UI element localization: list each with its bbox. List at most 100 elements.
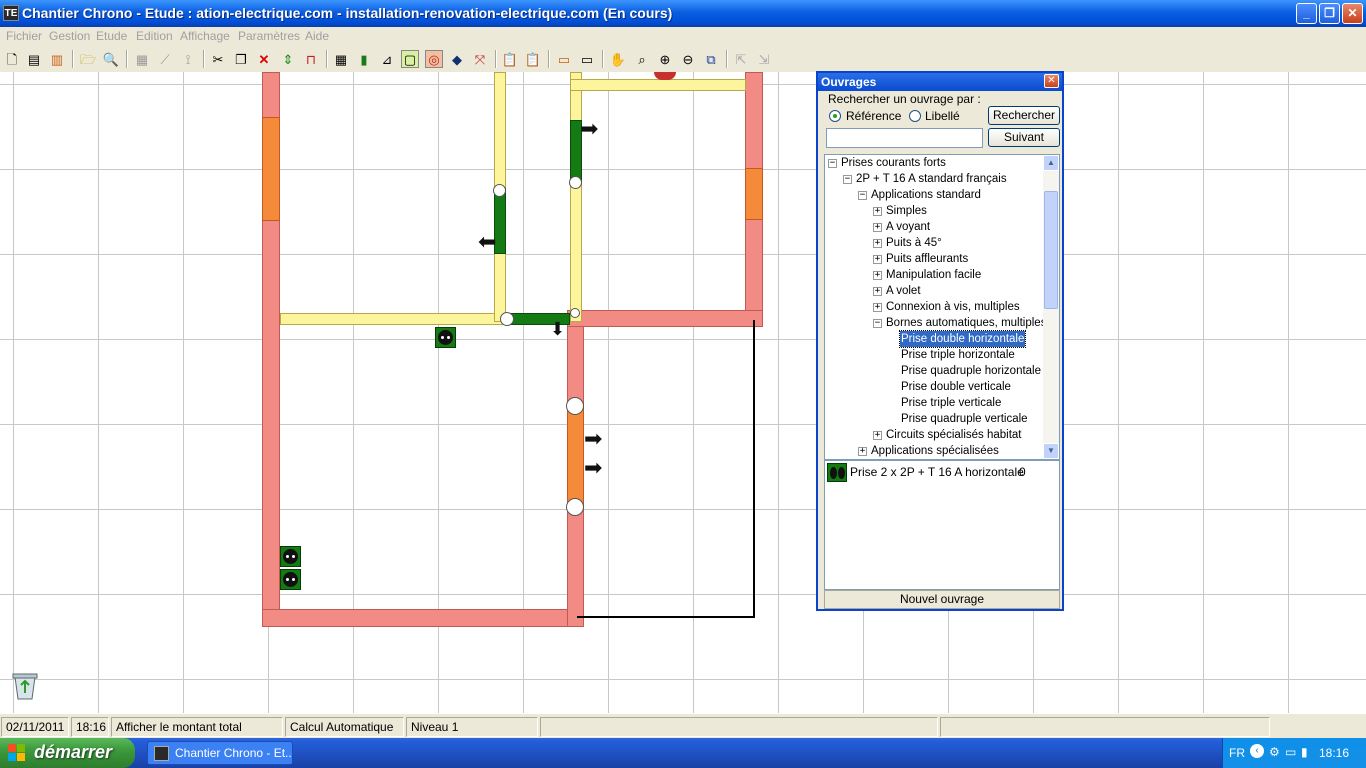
new-doc-icon[interactable]: 🗋: [3, 50, 21, 68]
drawing-canvas[interactable]: ➡ ⬅ ⬇ ➡ ➡: [0, 72, 1366, 713]
clock[interactable]: 18:16: [1319, 746, 1349, 760]
tree-item-connexion-vis[interactable]: Connexion à vis, multiples: [886, 299, 1020, 315]
tree-item-circuits-specialises[interactable]: Circuits spécialisés habitat: [886, 427, 1022, 443]
rechercher-button[interactable]: Rechercher: [988, 106, 1060, 125]
tray-icon[interactable]: ▭: [555, 50, 573, 68]
move-vertical-icon[interactable]: ⇕: [279, 50, 297, 68]
menu-gestion[interactable]: Gestion: [49, 29, 90, 43]
expand-icon[interactable]: +: [873, 271, 882, 280]
tree-scrollbar[interactable]: ▲ ▼: [1043, 155, 1059, 459]
tree-item-prises-courants-forts[interactable]: Prises courants forts: [841, 155, 946, 171]
copy-icon[interactable]: ❐: [232, 50, 250, 68]
radio-libelle[interactable]: [909, 110, 921, 122]
table-icon[interactable]: ▦: [133, 50, 151, 68]
door-right[interactable]: [745, 168, 763, 220]
outlet-icon[interactable]: [435, 327, 456, 348]
ouvrages-tree[interactable]: − Prises courants forts − 2P + T 16 A st…: [824, 154, 1060, 460]
building-icon[interactable]: ▥: [48, 50, 66, 68]
outlet-icon[interactable]: [280, 546, 301, 567]
scroll-up-icon[interactable]: ▲: [1043, 155, 1059, 171]
tree-item-prise-double-horizontale[interactable]: Prise double horizontale: [898, 330, 1027, 348]
expand-icon[interactable]: +: [873, 207, 882, 216]
expand-icon[interactable]: +: [873, 431, 882, 440]
menu-affichage[interactable]: Affichage: [180, 29, 230, 43]
menu-fichier[interactable]: Fichier: [6, 29, 42, 43]
display-icon[interactable]: ▭: [1285, 745, 1296, 759]
close-button[interactable]: ✕: [1342, 3, 1363, 24]
collapse-icon[interactable]: −: [843, 175, 852, 184]
expand-icon[interactable]: +: [873, 239, 882, 248]
recycle-bin-icon[interactable]: [10, 669, 40, 701]
tree-item-manipulation-facile[interactable]: Manipulation facile: [886, 267, 981, 283]
partition-horizontal-top[interactable]: [570, 79, 746, 91]
tree-item-puits-45[interactable]: Puits à 45°: [886, 235, 942, 251]
chart2-icon[interactable]: ⟟: [179, 50, 197, 68]
tree-item-2p-t-16a[interactable]: 2P + T 16 A standard français: [856, 171, 1007, 187]
radio-reference[interactable]: [829, 110, 841, 122]
title-bar[interactable]: TE Chantier Chrono - Etude : ation-elect…: [0, 0, 1366, 27]
expand-icon[interactable]: +: [858, 447, 867, 456]
collapse-icon[interactable]: −: [828, 159, 837, 168]
menu-etude[interactable]: Etude: [96, 29, 127, 43]
cross-arrows-icon[interactable]: ⤧: [471, 50, 489, 68]
menu-parametres[interactable]: Paramètres: [238, 29, 300, 43]
suivant-button[interactable]: Suivant: [988, 128, 1060, 147]
tree-item-applications-specialisees[interactable]: Applications spécialisées: [871, 443, 999, 459]
door-middle[interactable]: [567, 405, 584, 507]
tray2-icon[interactable]: ▭: [578, 50, 596, 68]
partition-vertical-right[interactable]: [570, 72, 582, 322]
wall-middle-horizontal[interactable]: [567, 310, 763, 327]
taskbar-item-chantier-chrono[interactable]: Chantier Chrono - Et...: [147, 741, 293, 765]
scroll-down-icon[interactable]: ▼: [1043, 443, 1059, 459]
tree-item-prise-quadruple-horizontale[interactable]: Prise quadruple horizontale: [901, 363, 1041, 379]
status-total[interactable]: Afficher le montant total: [111, 717, 283, 737]
junction-node[interactable]: [569, 176, 582, 189]
tree-item-a-voyant[interactable]: A voyant: [886, 219, 930, 235]
export-icon[interactable]: ⇱: [732, 50, 750, 68]
import-icon[interactable]: ⇲: [755, 50, 773, 68]
tree-item-a-volet[interactable]: A volet: [886, 283, 921, 299]
zoom-fit-icon[interactable]: ⧉: [702, 50, 720, 68]
circle-target-icon[interactable]: ◎: [425, 50, 443, 68]
collapse-icon[interactable]: −: [858, 191, 867, 200]
open-folder-icon[interactable]: 🗁: [79, 50, 97, 68]
doc-list-icon[interactable]: ▤: [25, 50, 43, 68]
zoom-out-icon[interactable]: ⊖: [679, 50, 697, 68]
scroll-thumb[interactable]: [1044, 191, 1058, 309]
junction-node[interactable]: [566, 397, 584, 415]
clipboard-icon[interactable]: 📋: [501, 50, 519, 68]
radio-libelle-label[interactable]: Libellé: [925, 109, 960, 123]
minimize-button[interactable]: _: [1296, 3, 1317, 24]
language-indicator[interactable]: FR: [1229, 746, 1245, 760]
diamond-icon[interactable]: ◆: [448, 50, 466, 68]
expand-icon[interactable]: +: [873, 255, 882, 264]
junction-node[interactable]: [566, 498, 584, 516]
expand-icon[interactable]: +: [873, 303, 882, 312]
tree-item-prise-double-verticale[interactable]: Prise double verticale: [901, 379, 1011, 395]
clipboard2-icon[interactable]: 📋: [524, 50, 542, 68]
collapse-icon[interactable]: −: [873, 319, 882, 328]
search-input[interactable]: [826, 128, 983, 148]
tree-item-simples[interactable]: Simples: [886, 203, 927, 219]
nouvel-ouvrage-button[interactable]: Nouvel ouvrage: [824, 590, 1060, 609]
door-left[interactable]: [262, 117, 280, 221]
print-preview-icon[interactable]: 🔍: [102, 50, 120, 68]
tree-item-prise-triple-horizontale[interactable]: Prise triple horizontale: [901, 347, 1015, 363]
menu-edition[interactable]: Edition: [136, 29, 173, 43]
door-icon[interactable]: ▮: [355, 50, 373, 68]
start-button[interactable]: démarrer: [0, 738, 135, 768]
junction-node[interactable]: [500, 312, 514, 326]
grid-icon[interactable]: ▦: [332, 50, 350, 68]
search-icon[interactable]: ⌕: [633, 50, 651, 68]
tray-expand-icon[interactable]: ‹: [1250, 744, 1264, 758]
chart-icon[interactable]: ⟋: [156, 50, 174, 68]
wall-icon[interactable]: ⊿: [378, 50, 396, 68]
zoom-in-icon[interactable]: ⊕: [656, 50, 674, 68]
tree-item-bornes-automatiques[interactable]: Bornes automatiques, multiples: [886, 315, 1046, 331]
menu-aide[interactable]: Aide: [305, 29, 329, 43]
tree-item-puits-affleurants[interactable]: Puits affleurants: [886, 251, 968, 267]
hand-icon[interactable]: ✋: [609, 50, 627, 68]
wire-line[interactable]: [577, 616, 755, 618]
tree-item-prise-quadruple-verticale[interactable]: Prise quadruple verticale: [901, 411, 1028, 427]
tree-item-applications-standard[interactable]: Applications standard: [871, 187, 981, 203]
